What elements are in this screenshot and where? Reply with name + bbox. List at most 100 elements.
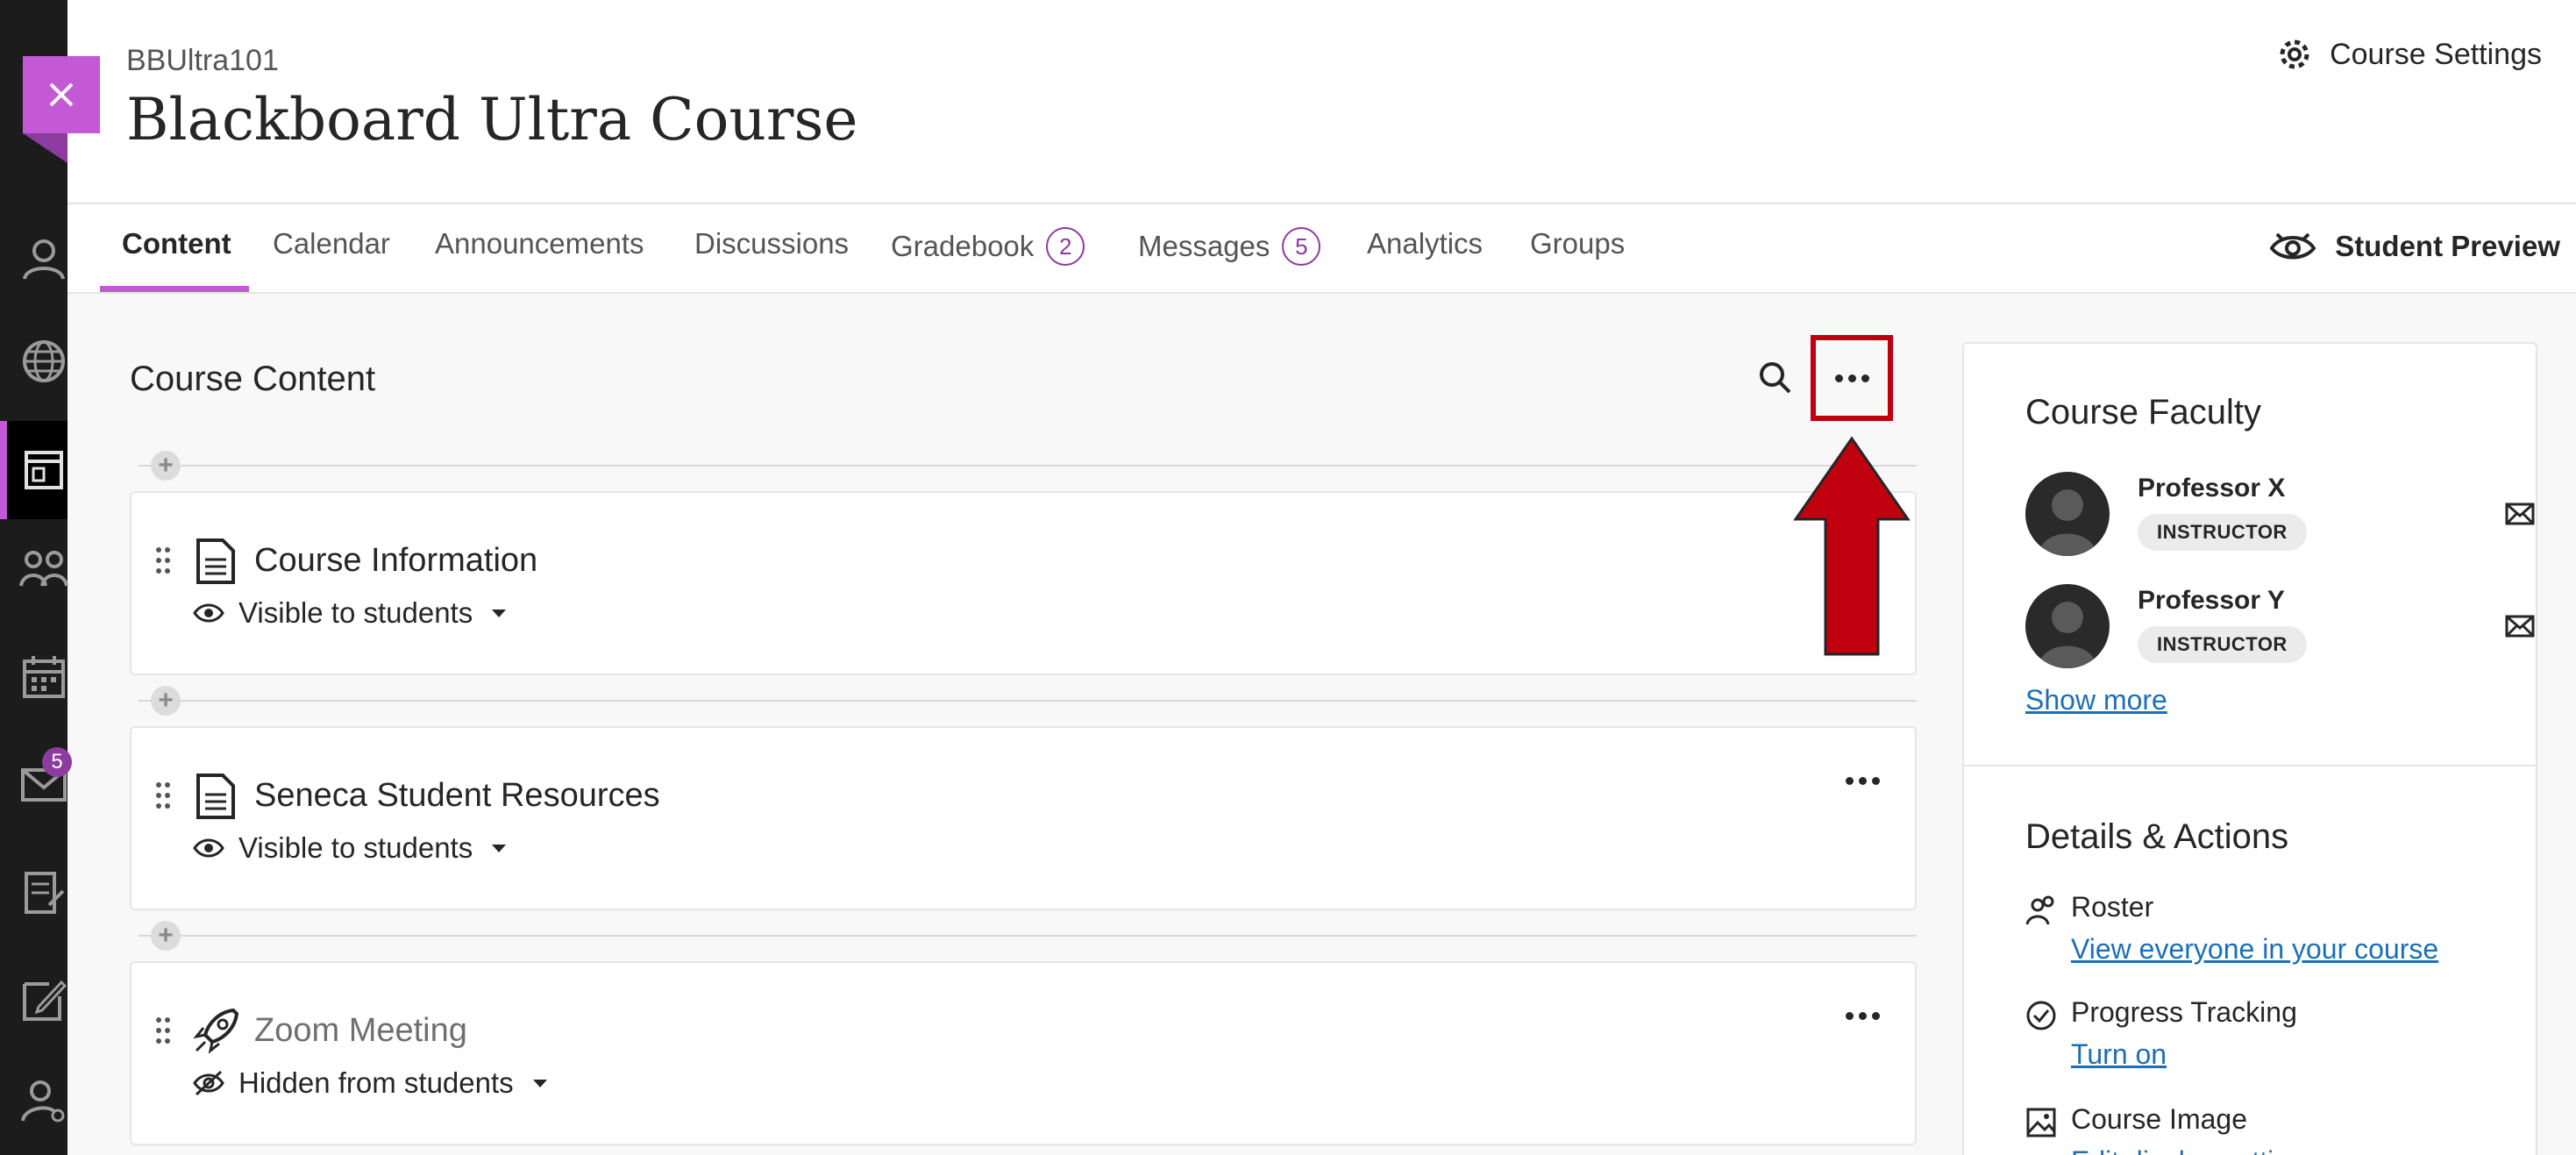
organizations-icon[interactable] (19, 544, 68, 593)
calendar-icon[interactable] (19, 652, 68, 702)
panel-divider (1964, 765, 2536, 766)
document-icon (196, 774, 235, 819)
item-more-options-button[interactable] (1836, 998, 1889, 1033)
progress-tracking-label: Progress Tracking (2071, 996, 2297, 1028)
course-content-more-options-button[interactable] (1811, 335, 1893, 421)
grades-icon[interactable] (19, 868, 68, 917)
course-image-link[interactable]: Edit display settings (2071, 1145, 2319, 1155)
content-item[interactable]: Zoom Meeting Hidden from students (130, 961, 1917, 1145)
content-item-title[interactable]: Zoom Meeting (254, 1012, 467, 1050)
visibility-dropdown[interactable]: Visible to students (193, 596, 507, 630)
faculty-name[interactable]: Professor X (2138, 474, 2285, 503)
visibility-dropdown[interactable]: Hidden from students (193, 1066, 547, 1100)
admin-icon[interactable] (19, 1075, 68, 1124)
tab-messages-label: Messages (1138, 230, 1270, 262)
document-icon (196, 538, 235, 584)
student-preview-button[interactable]: Student Preview (2268, 227, 2560, 266)
role-badge: INSTRUCTOR (2138, 626, 2307, 663)
course-tabs: Content Calendar Announcements Discussio… (68, 204, 2576, 294)
globe-icon[interactable] (19, 337, 68, 386)
content-item-title[interactable]: Course Information (254, 542, 537, 580)
avatar[interactable] (2025, 584, 2110, 668)
drag-handle-icon[interactable] (154, 545, 172, 575)
course-title: Blackboard Ultra Course (126, 86, 858, 153)
show-more-link[interactable]: Show more (2025, 684, 2167, 717)
eye-icon (193, 603, 224, 623)
drag-handle-icon[interactable] (154, 1016, 172, 1045)
course-code: BBUltra101 (126, 44, 279, 77)
add-content-divider (139, 465, 1917, 467)
tab-discussions-label: Discussions (694, 227, 850, 260)
courses-icon[interactable] (19, 446, 68, 495)
content-item[interactable]: Seneca Student Resources Visible to stud… (130, 726, 1917, 910)
tab-analytics[interactable]: Analytics (1367, 227, 1483, 260)
tab-messages[interactable]: Messages 5 (1138, 227, 1321, 266)
eye-hidden-icon (193, 1070, 224, 1096)
close-course-button[interactable] (23, 56, 100, 133)
add-content-divider (139, 935, 1917, 937)
eye-icon (193, 838, 224, 858)
details-actions-heading: Details & Actions (2025, 817, 2289, 856)
course-settings-label: Course Settings (2330, 37, 2542, 71)
visibility-dropdown[interactable]: Visible to students (193, 831, 507, 865)
faculty-name[interactable]: Professor Y (2138, 586, 2285, 616)
annotation-arrow (1793, 436, 1911, 656)
visibility-label: Visible to students (238, 831, 473, 864)
roster-label: Roster (2071, 891, 2154, 923)
add-content-button[interactable]: + (151, 921, 181, 951)
course-image-label: Course Image (2071, 1103, 2247, 1135)
content-item[interactable]: Course Information Visible to students (130, 491, 1917, 675)
tab-gradebook[interactable]: Gradebook 2 (891, 227, 1085, 266)
progress-check-icon (2026, 1001, 2056, 1030)
student-preview-icon (2269, 232, 2316, 260)
add-content-divider (139, 700, 1917, 702)
visibility-label: Visible to students (238, 596, 473, 629)
global-nav: 5 (0, 0, 72, 1155)
roster-icon (2025, 895, 2054, 925)
chevron-down-icon (532, 1079, 547, 1087)
avatar[interactable] (2025, 472, 2110, 556)
messages-badge: 5 (1282, 227, 1321, 266)
role-badge: INSTRUCTOR (2138, 514, 2307, 551)
roster-link[interactable]: View everyone in your course (2071, 933, 2438, 966)
rocket-icon (193, 1008, 238, 1054)
search-content-button[interactable] (1756, 359, 1795, 397)
image-icon (2026, 1108, 2056, 1137)
chevron-down-icon (492, 609, 507, 617)
active-tab-indicator (100, 286, 249, 292)
gradebook-badge: 2 (1046, 227, 1085, 266)
faculty-member: Professor Y INSTRUCTOR (2025, 584, 2535, 672)
messages-nav-badge: 5 (42, 747, 72, 777)
course-faculty-heading: Course Faculty (2025, 393, 2261, 431)
mail-icon[interactable] (2504, 612, 2536, 640)
mail-icon[interactable] (2504, 500, 2536, 528)
tab-announcements[interactable]: Announcements (435, 227, 644, 260)
tab-groups[interactable]: Groups (1530, 227, 1625, 260)
tools-icon[interactable] (19, 975, 68, 1024)
nav-active-indicator (0, 421, 7, 519)
add-content-button[interactable]: + (151, 451, 181, 481)
gear-icon (2280, 39, 2309, 69)
close-button-fold (23, 133, 68, 163)
more-options-icon (1845, 1011, 1880, 1020)
add-content-button[interactable]: + (151, 686, 181, 716)
student-preview-label: Student Preview (2335, 230, 2560, 262)
tab-announcements-label: Announcements (435, 227, 644, 260)
course-details-panel: Course Faculty Professor X INSTRUCTOR Pr… (1962, 342, 2537, 1155)
tab-content-label: Content (122, 227, 231, 260)
profile-icon[interactable] (19, 233, 68, 282)
course-header: BBUltra101 Blackboard Ultra Course Cours… (68, 0, 2576, 204)
content-item-title[interactable]: Seneca Student Resources (254, 777, 660, 815)
course-settings-button[interactable]: Course Settings (2277, 37, 2542, 72)
visibility-label: Hidden from students (238, 1066, 514, 1099)
item-more-options-button[interactable] (1836, 763, 1889, 798)
search-icon (1760, 362, 1791, 394)
drag-handle-icon[interactable] (154, 781, 172, 810)
progress-tracking-link[interactable]: Turn on (2071, 1038, 2167, 1071)
tab-gradebook-label: Gradebook (891, 230, 1035, 262)
tab-calendar[interactable]: Calendar (273, 227, 390, 260)
tab-content[interactable]: Content (122, 227, 231, 260)
tab-discussions[interactable]: Discussions (694, 227, 849, 260)
faculty-member: Professor X INSTRUCTOR (2025, 472, 2535, 560)
chevron-down-icon (492, 844, 507, 852)
